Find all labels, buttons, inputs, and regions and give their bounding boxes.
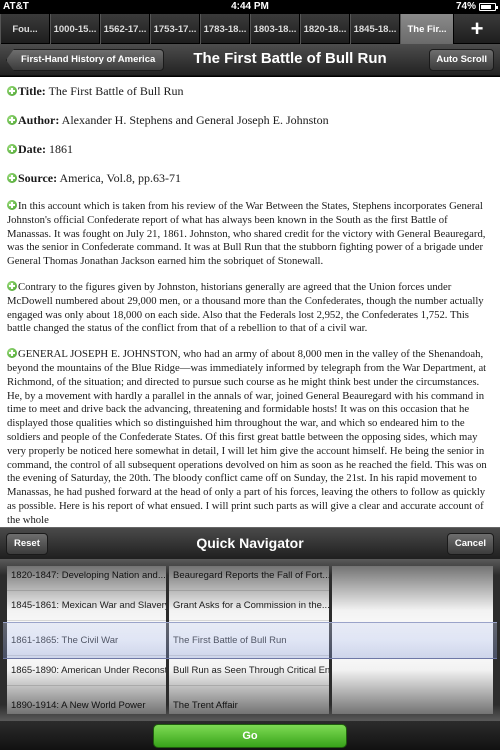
picker-row-selected[interactable]: 1861-1865: The Civil War: [7, 626, 166, 656]
author-label: Author:: [18, 113, 60, 127]
quick-navigator-title: Quick Navigator: [196, 535, 304, 551]
expand-plus-icon[interactable]: [7, 115, 17, 125]
tab-item[interactable]: 1000-15...: [50, 14, 100, 44]
paragraph-text: In this account which is taken from his …: [7, 200, 486, 268]
tab-item[interactable]: 1820-18...: [300, 14, 350, 44]
empty-picker-wheel[interactable]: [332, 566, 493, 714]
tab-strip: Fou... 1000-15... 1562-17... 1753-17... …: [0, 14, 500, 44]
expand-plus-icon[interactable]: [7, 280, 17, 291]
picker-row[interactable]: Grant Asks for a Commission in the...: [169, 591, 329, 621]
expand-plus-icon[interactable]: [7, 144, 17, 154]
cancel-button[interactable]: Cancel: [446, 533, 494, 555]
navigation-bar: First-Hand History of America The First …: [0, 44, 500, 76]
paragraph-text: GENERAL JOSEPH E. JOHNSTON, who had an a…: [7, 348, 487, 526]
go-button[interactable]: Go: [153, 724, 347, 748]
date-value: 1861: [45, 142, 73, 156]
auto-scroll-button[interactable]: Auto Scroll: [429, 49, 494, 71]
source-line: Source: America, Vol.8, pp.63-71: [7, 171, 494, 185]
expand-plus-icon[interactable]: [7, 173, 17, 183]
battery-icon: [479, 3, 498, 11]
document-content[interactable]: Title: The First Battle of Bull Run Auth…: [0, 77, 500, 527]
paragraph: GENERAL JOSEPH E. JOHNSTON, who had an a…: [7, 348, 494, 527]
status-bar: AT&T 4:44 PM 74%: [0, 0, 500, 14]
battery-fill: [481, 5, 491, 9]
expand-plus-icon[interactable]: [7, 348, 17, 359]
picker-row[interactable]: The Trent Affair: [169, 691, 329, 714]
expand-plus-icon[interactable]: [7, 86, 17, 96]
clock: 4:44 PM: [231, 1, 269, 12]
tab-item[interactable]: 1753-17...: [150, 14, 200, 44]
source-label: Source:: [18, 171, 58, 185]
tab-item[interactable]: 1562-17...: [100, 14, 150, 44]
quick-navigator-toolbar: Reset Quick Navigator Cancel: [0, 527, 500, 559]
picker-row[interactable]: 1865-1890: American Under Reconst...: [7, 656, 166, 686]
tab-item[interactable]: 1803-18...: [250, 14, 300, 44]
author-line: Author: Alexander H. Stephens and Genera…: [7, 113, 494, 127]
picker-row[interactable]: 1845-1861: Mexican War and Slavery: [7, 591, 166, 621]
period-picker-wheel[interactable]: 1820-1847: Developing Nation and... 1845…: [7, 566, 166, 714]
title-value: The First Battle of Bull Run: [45, 84, 184, 98]
tab-item[interactable]: Fou...: [0, 14, 50, 44]
tab-item[interactable]: 1845-18...: [350, 14, 400, 44]
reset-button[interactable]: Reset: [6, 533, 48, 555]
page-title: The First Battle of Bull Run: [193, 50, 387, 67]
article-picker-wheel[interactable]: Beauregard Reports the Fall of Fort... G…: [169, 566, 329, 714]
date-label: Date:: [18, 142, 46, 156]
picker-row[interactable]: Bull Run as Seen Through Critical En...: [169, 656, 329, 686]
picker-row-selected[interactable]: The First Battle of Bull Run: [169, 626, 329, 656]
title-line: Title: The First Battle of Bull Run: [7, 84, 494, 98]
picker-row[interactable]: 1890-1914: A New World Power: [7, 691, 166, 714]
tab-item[interactable]: 1783-18...: [200, 14, 250, 44]
picker-row[interactable]: Beauregard Reports the Fall of Fort...: [169, 566, 329, 591]
quick-navigator-picker: 1820-1847: Developing Nation and... 1845…: [0, 559, 500, 721]
expand-plus-icon[interactable]: [7, 200, 17, 210]
paragraph: In this account which is taken from his …: [7, 200, 494, 269]
title-label: Title:: [18, 84, 46, 98]
source-value: America, Vol.8, pp.63-71: [57, 171, 181, 185]
add-tab-button[interactable]: +: [454, 14, 500, 43]
picker-row[interactable]: 1820-1847: Developing Nation and...: [7, 566, 166, 591]
date-line: Date: 1861: [7, 142, 494, 156]
paragraph-text: Contrary to the figures given by Johnsto…: [7, 280, 484, 335]
battery-percent: 74%: [455, 1, 476, 12]
tab-item-active[interactable]: The Fir...: [400, 14, 454, 44]
author-value: Alexander H. Stephens and General Joseph…: [59, 113, 329, 127]
paragraph: Contrary to the figures given by Johnsto…: [7, 280, 494, 336]
